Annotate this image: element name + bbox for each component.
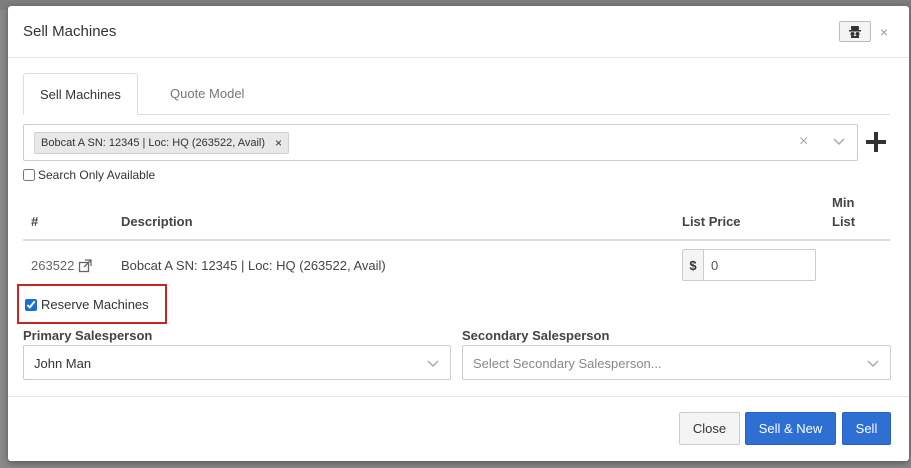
- tab-sell-machines[interactable]: Sell Machines: [23, 73, 138, 115]
- machine-id-link[interactable]: 263522: [31, 258, 74, 273]
- col-header-number: #: [31, 214, 39, 229]
- search-only-available[interactable]: Search Only Available: [23, 168, 155, 182]
- spy-icon: [849, 26, 861, 38]
- col-header-description: Description: [121, 214, 193, 229]
- secondary-salesperson-label: Secondary Salesperson: [462, 328, 610, 343]
- search-only-available-label: Search Only Available: [38, 168, 156, 182]
- modal-close-icon[interactable]: ×: [880, 24, 888, 40]
- secondary-salesperson-select[interactable]: Select Secondary Salesperson...: [462, 345, 891, 380]
- col-header-list-price: List Price: [682, 214, 741, 229]
- add-machine-icon[interactable]: [864, 130, 888, 154]
- chevron-down-icon: [427, 360, 439, 368]
- primary-salesperson-label: Primary Salesperson: [23, 328, 153, 343]
- reserve-machines-highlight: Reserve Machines: [17, 284, 167, 324]
- sell-and-new-button[interactable]: Sell & New: [745, 412, 836, 445]
- tab-quote-model[interactable]: Quote Model: [154, 73, 260, 115]
- modal-title: Sell Machines: [23, 23, 117, 40]
- reserve-machines-checkbox[interactable]: [25, 298, 37, 311]
- chip-label: Bobcat A SN: 12345 | Loc: HQ (263522, Av…: [41, 137, 266, 149]
- chevron-down-icon[interactable]: [832, 135, 846, 149]
- primary-salesperson-value: John Man: [34, 356, 92, 371]
- col-header-min-list-line2: List: [832, 214, 856, 229]
- sell-button[interactable]: Sell: [842, 412, 891, 445]
- dollar-addon: $: [683, 250, 704, 280]
- modal-header: Sell Machines ×: [8, 6, 909, 58]
- reserve-machines-label: Reserve Machines: [41, 297, 149, 312]
- chevron-down-icon: [867, 360, 879, 368]
- list-price-value[interactable]: 0: [704, 250, 718, 280]
- incognito-button[interactable]: [839, 21, 871, 42]
- selected-machine-chip: Bobcat A SN: 12345 | Loc: HQ (263522, Av…: [34, 132, 290, 154]
- table-row-id[interactable]: 263522: [31, 258, 93, 273]
- close-button[interactable]: Close: [679, 412, 740, 445]
- reserve-machines[interactable]: Reserve Machines: [25, 297, 149, 312]
- col-header-min-list-line1: Min: [832, 195, 855, 210]
- list-price-input[interactable]: $ 0: [682, 249, 816, 281]
- modal-footer-divider: [8, 396, 909, 397]
- table-header-divider: [23, 239, 890, 241]
- clear-selection-icon[interactable]: ×: [799, 133, 808, 151]
- machine-select[interactable]: Bobcat A SN: 12345 | Loc: HQ (263522, Av…: [23, 124, 858, 161]
- secondary-salesperson-placeholder: Select Secondary Salesperson...: [473, 356, 662, 371]
- search-only-available-checkbox[interactable]: [23, 169, 35, 181]
- machine-description: Bobcat A SN: 12345 | Loc: HQ (263522, Av…: [121, 258, 386, 273]
- sell-machines-modal: Sell Machines × Sell Machines Quote Mode…: [8, 6, 909, 461]
- primary-salesperson-select[interactable]: John Man: [23, 345, 451, 380]
- chip-remove-icon[interactable]: ×: [275, 136, 282, 150]
- external-link-icon[interactable]: [78, 258, 93, 273]
- tab-bar: Sell Machines Quote Model: [23, 73, 890, 115]
